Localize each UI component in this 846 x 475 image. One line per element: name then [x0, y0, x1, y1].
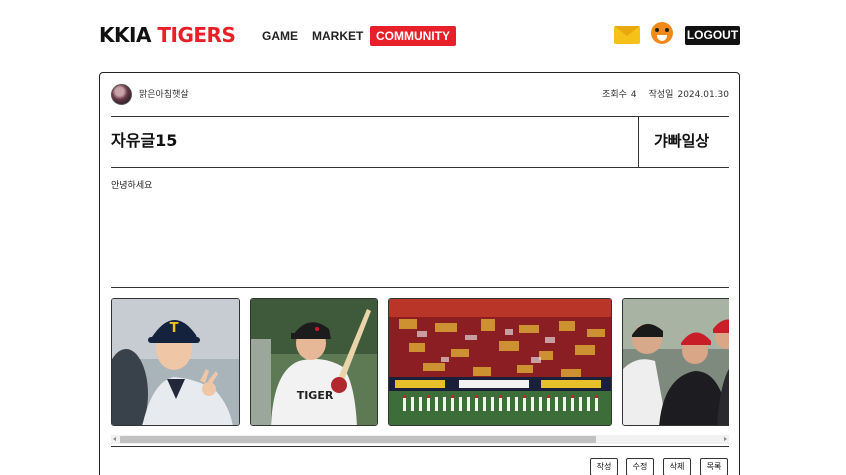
- scrollbar-thumb[interactable]: [120, 436, 596, 443]
- avatar[interactable]: [111, 84, 132, 105]
- tiger-icon[interactable]: [651, 22, 673, 44]
- divider: [111, 167, 729, 168]
- post-meta: 맑은아침햇살 조회수 4 작성일 2024.01.30: [111, 84, 729, 106]
- delete-button[interactable]: 삭제: [663, 458, 691, 475]
- scroll-right-arrow-icon[interactable]: [724, 437, 727, 441]
- title-row: 자유글15 갸빠일상: [111, 117, 729, 167]
- list-button[interactable]: 목록: [700, 458, 728, 475]
- image-gallery[interactable]: T TIGER: [111, 298, 729, 428]
- site-logo[interactable]: KKIA TIGERS: [99, 23, 236, 47]
- title-divider: [638, 117, 639, 167]
- post-title: 자유글15: [111, 131, 178, 150]
- svg-text:T: T: [170, 321, 179, 336]
- author-name[interactable]: 맑은아침햇살: [139, 88, 189, 102]
- nav-community[interactable]: COMMUNITY: [370, 26, 456, 46]
- nav-market[interactable]: MARKET: [312, 26, 363, 46]
- site-header: KKIA TIGERS GAME MARKET COMMUNITY LOGOUT: [0, 0, 846, 70]
- divider: [111, 446, 729, 447]
- gallery-image-stadium[interactable]: [388, 298, 612, 426]
- views-value: 4: [630, 90, 637, 100]
- write-button[interactable]: 작성: [590, 458, 618, 475]
- edit-button[interactable]: 수정: [626, 458, 654, 475]
- gallery-image-batter[interactable]: TIGER: [250, 298, 378, 426]
- post-card: 맑은아침햇살 조회수 4 작성일 2024.01.30 자유글15 갸빠일상 안녕하세…: [99, 72, 740, 475]
- nav-game[interactable]: GAME: [262, 26, 298, 46]
- post-stats: 조회수 4 작성일 2024.01.30: [598, 88, 729, 102]
- divider: [111, 287, 729, 288]
- date-label: 작성일: [648, 90, 674, 100]
- gallery-image-player-portrait[interactable]: T: [111, 298, 240, 426]
- svg-text:TIGER: TIGER: [297, 389, 334, 402]
- gallery-scrollbar[interactable]: [111, 435, 729, 444]
- post-content: 안녕하세요: [111, 181, 153, 191]
- gallery-image-fans[interactable]: [622, 298, 729, 426]
- logo-text-kkia: KKIA: [99, 23, 151, 47]
- logo-text-tigers: TIGERS: [157, 23, 236, 47]
- scroll-left-arrow-icon[interactable]: [113, 437, 116, 441]
- logout-button[interactable]: LOGOUT: [685, 26, 740, 45]
- date-value: 2024.01.30: [677, 90, 729, 100]
- post-category[interactable]: 갸빠일상: [654, 131, 709, 151]
- views-label: 조회수: [602, 90, 627, 100]
- mail-icon[interactable]: [614, 26, 640, 44]
